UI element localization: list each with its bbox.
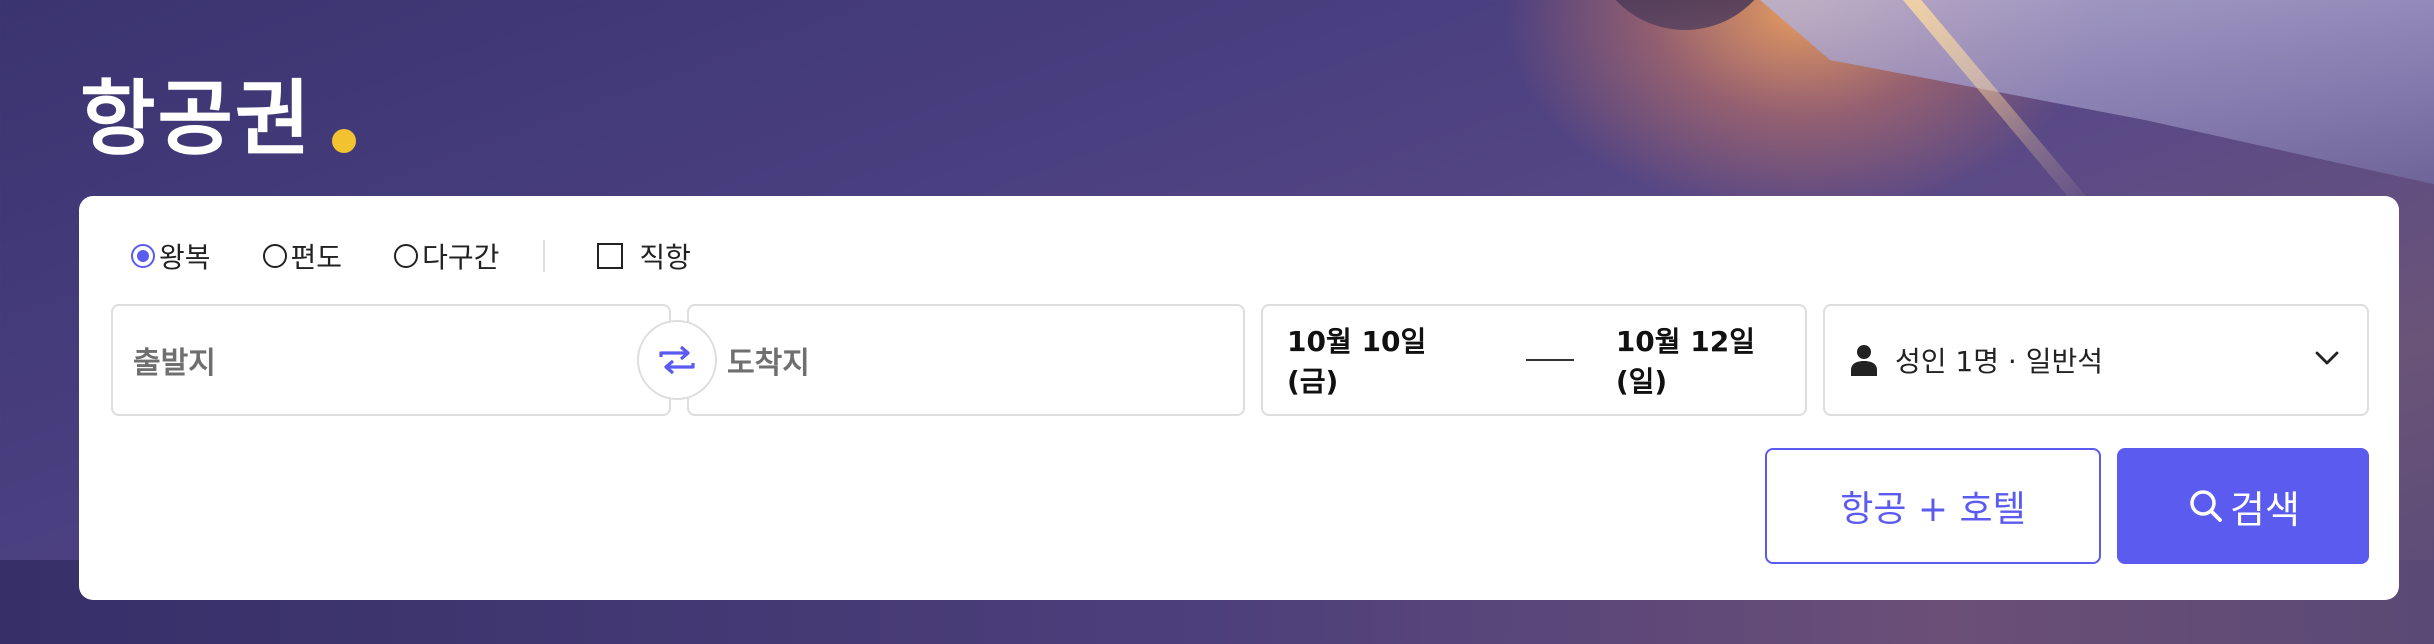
roundtrip-label: 왕복: [159, 241, 211, 274]
search-icon: [2190, 490, 2222, 522]
origin-placeholder: 출발지: [133, 346, 216, 381]
multicity-radio[interactable]: [394, 244, 419, 268]
page-title: 항공권: [80, 52, 357, 171]
direct-filter[interactable]: 직항: [597, 236, 691, 276]
trip-type-multicity[interactable]: 다구간: [394, 236, 499, 276]
passenger-field[interactable]: 성인 1명 · 일반석: [1823, 304, 2369, 416]
flight-hotel-button[interactable]: 항공 + 호텔: [1765, 448, 2101, 564]
destination-field[interactable]: 도착지: [687, 304, 1245, 416]
person-icon: [1851, 345, 1877, 376]
oneway-radio[interactable]: [262, 244, 287, 268]
roundtrip-radio[interactable]: [131, 244, 155, 268]
date-separator: [1526, 359, 1574, 361]
trip-type-oneway[interactable]: 편도: [262, 236, 343, 276]
trip-type-roundtrip[interactable]: 왕복: [131, 236, 211, 276]
background-engine: [1590, 0, 1780, 30]
origin-field[interactable]: 출발지: [111, 304, 671, 416]
title-dot: [332, 129, 357, 153]
search-label: 검색: [2230, 487, 2300, 532]
destination-placeholder: 도착지: [727, 346, 810, 381]
swap-button[interactable]: [637, 320, 717, 400]
oneway-label: 편도: [290, 241, 343, 274]
trip-type-options: 왕복 편도 다구간 직항: [131, 236, 743, 276]
departure-date: 10월 10일(금): [1287, 325, 1427, 398]
page-title-text: 항공권: [80, 72, 313, 167]
background-wing: [1760, 0, 2434, 190]
direct-label: 직항: [639, 241, 691, 274]
passenger-summary: 성인 1명 · 일반석: [1895, 345, 2103, 378]
chevron-down-icon: [2315, 351, 2339, 365]
flight-hotel-label: 항공 + 호텔: [1840, 489, 2026, 530]
direct-checkbox[interactable]: [597, 243, 624, 269]
swap-icon: [659, 345, 695, 375]
date-range-field[interactable]: 10월 10일(금) 10월 12일(일): [1261, 304, 1807, 416]
return-date: 10월 12일(일): [1615, 325, 1756, 398]
options-divider: [543, 240, 546, 272]
flight-search-card: 왕복 편도 다구간 직항 출발지 도착지 10월 10일(금) 10월 12일(…: [79, 196, 2399, 600]
multicity-label: 다구간: [422, 241, 500, 274]
search-button[interactable]: 검색: [2117, 448, 2369, 564]
